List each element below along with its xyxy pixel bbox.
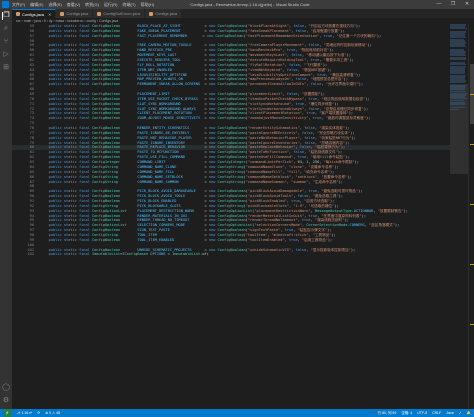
vertical-scrollbar[interactable] [468,24,474,409]
java-file-icon [16,12,20,16]
minimap-row [450,108,459,111]
source-control-icon[interactable]: ⑂ [2,38,10,46]
menu-run[interactable]: 运行(R) [104,0,118,9]
title-bar: 文件(F) 编辑(E) 选择(S) 查看(V) 转到(G) 运行(R) 终端(T… [0,0,474,9]
status-bar: ⚡ ⎇ 1.16.x* ⟳ ⊗ 0 ⚠ 48 行 80, 列 59 空格: 4 … [0,409,474,417]
minimap-row [450,27,467,30]
tab-label: Configs.java [66,11,89,16]
account-icon[interactable]: ◯ [2,384,10,392]
menu-terminal[interactable]: 终端(T) [122,0,135,9]
tab-configs-java-3[interactable]: Configs.java [145,9,183,18]
code-line[interactable]: 102 public static final ImmutableList<IC… [12,252,450,257]
window-title: Configs.java - Renewblue-timmy-1.16.x(jp… [190,2,310,7]
tab-configs-java-active[interactable]: Configs.java ✕ [12,9,57,18]
menu-go[interactable]: 转到(G) [85,0,99,9]
warning-marker [470,264,474,265]
close-window-button[interactable]: ✕ [460,0,474,9]
warning-marker [470,94,474,95]
java-file-icon [97,11,102,16]
java-file-icon [149,11,154,16]
menu-view[interactable]: 查看(V) [67,0,80,9]
tab-configs-java-2[interactable]: Configs.java [56,9,94,18]
settings-gear-icon[interactable]: ⚙ [2,397,10,405]
java-file-icon [60,11,65,16]
tab-label: Configs.java [155,11,178,16]
sync-icon[interactable]: ⟳ [37,411,40,415]
search-icon[interactable]: ⌕ [2,25,10,33]
files-icon[interactable]: ❐ [2,12,10,20]
minimap-row [450,103,465,105]
window-controls: — ❐ ✕ [432,0,474,9]
cursor-position[interactable]: 行 80, 列 59 [378,411,397,416]
minimap-row [450,45,466,48]
line-number: 102 [27,252,35,257]
encoding[interactable]: UTF-8 [417,411,427,415]
language-mode[interactable]: Java [446,411,453,415]
tab-label: ConfigGuiEnum.java [103,11,141,16]
notifications-bell-icon[interactable]: 🔔 [467,411,471,415]
menu-selection[interactable]: 选择(S) [48,0,61,9]
warning-marker [470,204,474,205]
warning-marker [470,144,474,145]
minimap-row [450,58,467,60]
line-ending[interactable]: CRLF [432,411,441,415]
warning-marker [470,324,474,325]
minimize-button[interactable]: — [432,0,446,9]
minimap[interactable] [450,24,468,409]
tab-config-gui-enum[interactable]: ConfigGuiEnum.java [93,9,146,18]
menu-help[interactable]: 帮助(H) [141,0,155,9]
menu-bar: 文件(F) 编辑(E) 选择(S) 查看(V) 转到(G) 运行(R) 终端(T… [12,0,154,9]
problems-indicator[interactable]: ⊗ 0 ⚠ 48 [45,411,60,415]
indentation[interactable]: 空格: 4 [401,411,412,416]
menu-file[interactable]: 文件(F) [12,0,25,9]
check-icon[interactable]: ✓ [459,411,462,415]
remote-indicator[interactable]: ⚡ [3,409,12,417]
run-debug-icon[interactable]: ▷ [2,51,10,59]
maximize-button[interactable]: ❐ [446,0,460,9]
activity-bar-bottom: ◯ ⚙ [2,384,10,405]
code-editor[interactable]: 55 public static final ConfigBoolean BLO… [12,24,450,409]
code-text[interactable]: public static final ImmutableList<IConfi… [40,252,450,257]
editor-tab-bar: Configs.java ✕ Configs.java ConfigGuiEnu… [12,9,474,18]
activity-bar: ❐ ⌕ ⑂ ▷ ⊞ ◯ ⚙ [0,9,12,409]
minimap-row [450,81,466,84]
vscode-logo-icon [2,1,9,8]
extensions-icon[interactable]: ⊞ [2,64,10,72]
menu-edit[interactable]: 编辑(E) [30,0,43,9]
git-branch[interactable]: ⎇ 1.16.x* [16,411,32,415]
